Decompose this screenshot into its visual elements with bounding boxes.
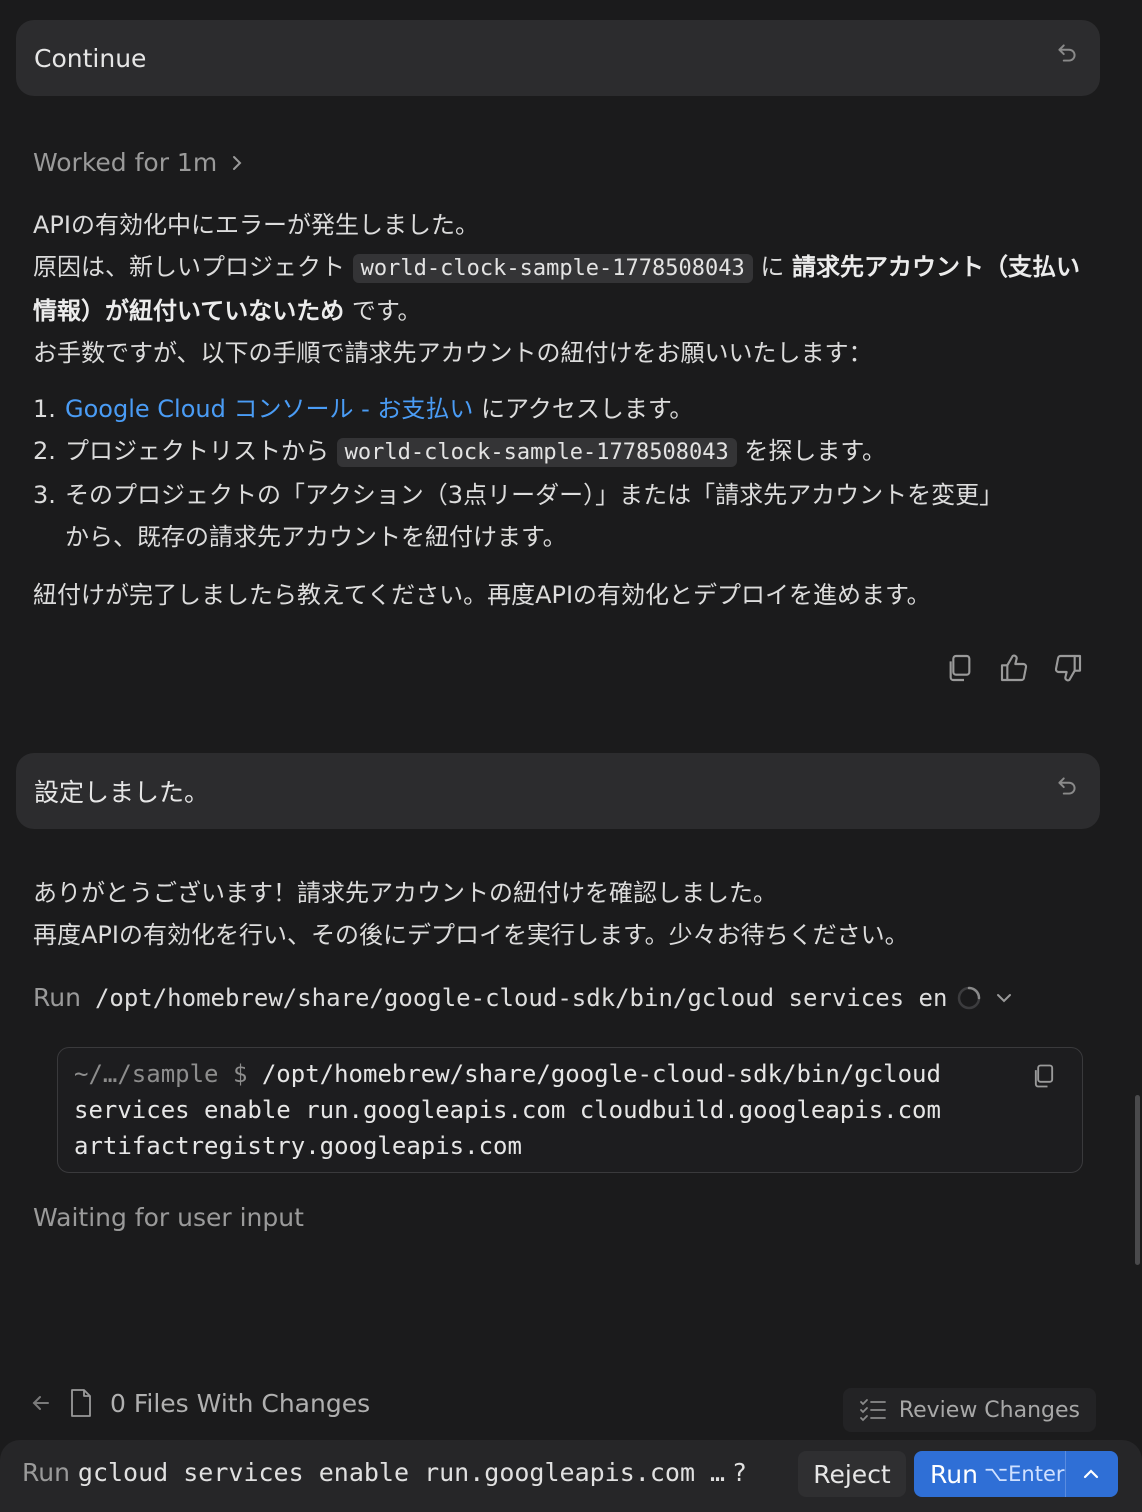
pending-command: Run gcloud services enable run.googleapi… [22,1458,746,1487]
step-number: 1. [33,395,56,423]
status-text: Waiting for user input [33,1203,304,1232]
run-button[interactable]: Run ⌥Enter [914,1451,1118,1497]
steps-list: 1. Google Cloud コンソール - お支払い にアクセスします。 2… [33,388,1003,558]
pending-command-question: ? [733,1458,747,1487]
step-text: そのプロジェクトの「アクション（3点リーダー）」または「請求先アカウントを変更」 [65,481,1004,509]
user-message-set: 設定しました。 [16,753,1100,829]
chevron-down-icon[interactable] [993,987,1015,1009]
run-button-label: Run [930,1459,978,1489]
cause-line: 原因は、新しいプロジェクト world-clock-sample-1778508… [33,246,1093,332]
project-id-code: world-clock-sample-1778508043 [352,254,753,283]
cause-prefix: 原因は、新しいプロジェクト [33,253,345,281]
files-changes-bar: 0 Files With Changes [30,1388,370,1418]
command-approval-bar: Run gcloud services enable run.googleapi… [0,1440,1142,1512]
cause-mid: に [760,253,785,281]
undo-icon[interactable] [1054,40,1080,66]
feedback-actions [944,652,1084,684]
step-text: から、既存の請求先アカウントを紐付けます。 [65,523,567,551]
file-icon [71,1389,91,1417]
run-step-header[interactable]: Run /opt/homebrew/share/google-cloud-sdk… [33,983,1015,1012]
list-item: 3. そのプロジェクトの「アクション（3点リーダー）」または「請求先アカウントを… [33,474,1003,558]
thumbs-up-icon[interactable] [998,652,1030,684]
step-number: 3. [33,481,56,509]
assistant-message-1: APIの有効化中にエラーが発生しました。 原因は、新しいプロジェクト world… [33,204,1093,374]
checklist-icon [859,1399,886,1422]
step-number: 2. [33,437,56,465]
worked-for-toggle[interactable]: Worked for 1m [33,148,245,177]
scrollbar[interactable] [1135,1095,1140,1265]
terminal-line: services enable run.googleapis.com cloud… [74,1096,941,1124]
run-shortcut: ⌥Enter [983,1462,1065,1486]
user-message-text: 設定しました。 [34,778,210,807]
thumbs-down-icon[interactable] [1052,652,1084,684]
spinner-icon [958,986,981,1009]
cause-suffix: です。 [351,297,422,325]
files-changes-label: 0 Files With Changes [110,1388,371,1418]
next-step-line: 再度APIの有効化を行い、その後にデプロイを実行します。少々お待ちください。 [33,921,909,949]
run-step-label: Run [33,983,81,1012]
closing-line: 紐付けが完了しましたら教えてください。再度APIの有効化とデプロイを進めます。 [33,581,931,609]
step-text: にアクセスします。 [481,395,694,423]
run-step-command: /opt/homebrew/share/google-cloud-sdk/bin… [94,983,948,1012]
copy-icon[interactable] [944,652,976,684]
terminal-prompt: ~/…/sample $ [74,1060,248,1088]
pending-command-text: gcloud services enable run.googleapis.co… [77,1458,726,1487]
review-changes-label: Review Changes [898,1397,1080,1423]
error-line: APIの有効化中にエラーが発生しました。 [33,211,479,239]
terminal-command: /opt/homebrew/share/google-cloud-sdk/bin… [261,1060,941,1088]
assistant-message-2: ありがとうございます！請求先アカウントの紐付けを確認しました。 再度APIの有効… [33,872,1093,956]
thanks-line: ありがとうございます！請求先アカウントの紐付けを確認しました。 [33,879,777,907]
chevron-right-icon [233,155,242,170]
user-message-continue: Continue [16,20,1100,96]
terminal-block: ~/…/sample $ /opt/homebrew/share/google-… [57,1047,1083,1173]
pending-command-prefix: Run [22,1458,70,1487]
terminal-line: ~/…/sample $ /opt/homebrew/share/google-… [74,1056,1022,1092]
project-id-code: world-clock-sample-1778508043 [336,438,737,467]
terminal-line: artifactregistry.googleapis.com [74,1132,522,1160]
worked-for-label: Worked for 1m [33,148,218,177]
list-item: 2. プロジェクトリストから world-clock-sample-177850… [33,430,1003,474]
step-text: プロジェクトリストから [65,437,329,465]
review-changes-button[interactable]: Review Changes [842,1388,1096,1432]
copy-icon[interactable] [1030,1062,1058,1090]
run-button-divider [1065,1451,1066,1497]
reject-button[interactable]: Reject [798,1451,906,1497]
billing-console-link[interactable]: Google Cloud コンソール - お支払い [65,395,473,423]
undo-icon[interactable] [1054,773,1080,799]
chevron-up-icon[interactable] [1080,1463,1102,1485]
list-item: 1. Google Cloud コンソール - お支払い にアクセスします。 [33,388,1003,430]
step-text: を探します。 [744,437,886,465]
user-message-text: Continue [34,43,147,73]
request-line: お手数ですが、以下の手順で請求先アカウントの紐付けをお願いいたします： [33,339,873,367]
arrow-left-icon[interactable] [30,1392,52,1414]
